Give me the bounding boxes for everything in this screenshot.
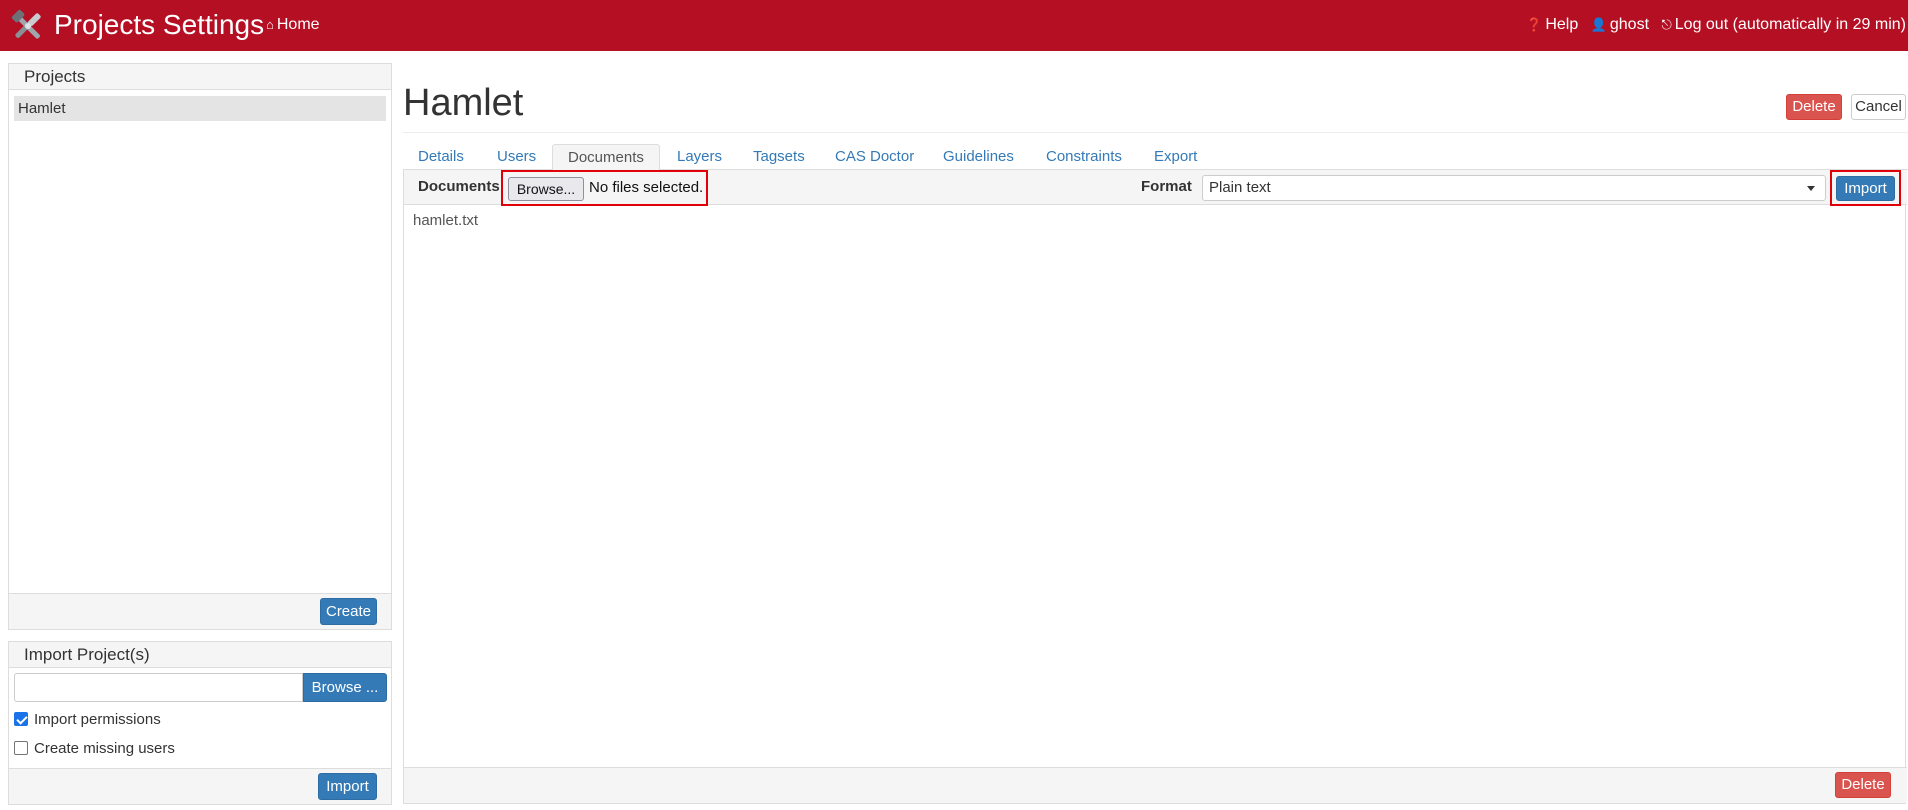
tab-documents[interactable]: Documents [552,144,660,171]
import-panel-footer: Import [9,768,391,804]
delete-documents-button[interactable]: Delete [1835,772,1891,798]
create-missing-users-option[interactable]: Create missing users [14,739,175,759]
projects-panel-title: Projects [9,64,391,90]
user-menu: ❓ Help 👤 ghost ⎋ Log out (automatically in … [1518,15,1906,35]
documents-footer: Delete [404,767,1907,803]
import-file-input[interactable] [14,673,303,702]
import-button-highlight: Import [1830,170,1901,206]
home-link[interactable]: ⌂ Home [266,15,320,35]
user-icon: 👤 [1590,17,1607,32]
projects-panel-footer: Create [9,593,391,629]
import-panel-title: Import Project(s) [9,642,391,668]
settings-tabs: Details Users Documents Layers Tagsets C… [403,144,1908,171]
import-file-row: Browse ... [14,673,387,702]
logout-link-label: Log out (automatically in 29 min) [1674,16,1906,33]
import-permissions-label: Import permissions [34,711,161,728]
import-project-panel: Import Project(s) Browse ... Import perm… [8,641,392,805]
import-documents-button[interactable]: Import [1836,176,1895,201]
sign-out-icon: ⎋ [1661,17,1672,32]
cancel-button[interactable]: Cancel [1851,94,1906,120]
tab-details[interactable]: Details [418,144,464,170]
delete-project-button[interactable]: Delete [1786,94,1842,120]
create-missing-users-checkbox[interactable] [14,741,28,755]
logout-link[interactable]: ⎋ Log out (automatically in 29 min) [1661,16,1906,33]
tab-guidelines[interactable]: Guidelines [943,144,1014,170]
import-project-button[interactable]: Import [318,773,377,800]
user-link[interactable]: 👤 ghost [1591,16,1649,33]
title-divider [403,132,1908,133]
format-label: Format [1141,178,1192,195]
question-circle-icon: ❓ [1526,17,1543,32]
document-list-item[interactable]: hamlet.txt [413,211,478,231]
import-browse-button[interactable]: Browse ... [303,673,387,702]
help-link[interactable]: ❓ Help [1526,16,1578,33]
documents-toolbar: Documents Browse... No files selected. F… [404,170,1907,206]
project-list-item[interactable]: Hamlet [14,96,386,121]
top-navbar: Projects Settings ⌂ Home ❓ Help 👤 ghost ⎋ Lo… [0,0,1908,51]
tab-users[interactable]: Users [497,144,536,170]
tab-constraints[interactable]: Constraints [1046,144,1122,170]
projects-panel: Projects Hamlet Create [8,63,392,630]
home-link-label: Home [276,16,320,33]
home-icon: ⌂ [266,17,274,32]
create-project-button[interactable]: Create [320,598,377,625]
file-upload-control: Browse... No files selected. [501,170,708,206]
caret-down-icon [1807,186,1815,191]
tab-export[interactable]: Export [1154,144,1197,170]
help-link-label: Help [1545,16,1579,33]
document-list: hamlet.txt [413,211,478,231]
tools-logo-icon [11,9,41,39]
app-title: Projects Settings [54,9,265,40]
import-permissions-option[interactable]: Import permissions [14,710,161,730]
create-missing-users-label: Create missing users [34,740,175,757]
tab-layers[interactable]: Layers [677,144,722,170]
tab-cas-doctor[interactable]: CAS Doctor [835,144,914,170]
import-permissions-checkbox[interactable] [14,712,28,726]
file-browse-button[interactable]: Browse... [508,177,584,201]
page-title: Hamlet [403,82,524,124]
documents-label: Documents [418,178,500,195]
documents-panel: Documents Browse... No files selected. F… [403,170,1907,804]
format-select[interactable]: Plain text [1202,175,1826,201]
file-selection-status: No files selected. [589,179,704,196]
format-select-value: Plain text [1209,179,1271,196]
user-link-label: ghost [1609,16,1650,33]
tab-tagsets[interactable]: Tagsets [753,144,805,170]
